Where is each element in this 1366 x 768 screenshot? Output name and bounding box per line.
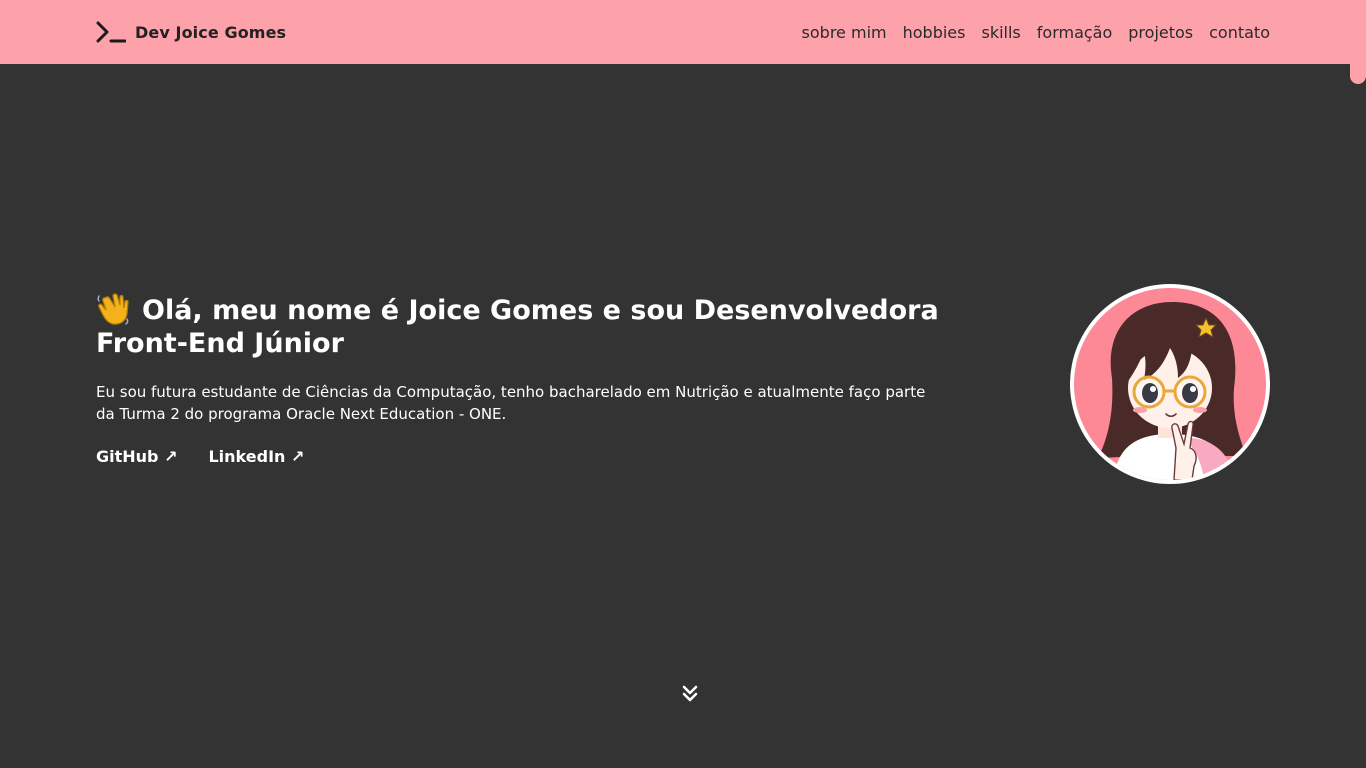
anime-avatar-illustration <box>1074 288 1266 480</box>
nav-item-sobre-mim[interactable]: sobre mim <box>802 23 887 42</box>
brand-label: Dev Joice Gomes <box>135 22 287 42</box>
social-links: GitHub ↗ LinkedIn ↗ <box>96 447 956 466</box>
main-nav: sobre mim hobbies skills formação projet… <box>802 20 1270 44</box>
linkedin-link[interactable]: LinkedIn ↗ <box>208 447 304 466</box>
nav-item-contato[interactable]: contato <box>1209 23 1270 42</box>
hero-section: Olá, meu nome é Joice Gomes e sou Desenv… <box>96 292 956 466</box>
github-link[interactable]: GitHub ↗ <box>96 447 177 466</box>
hero-title: Olá, meu nome é Joice Gomes e sou Desenv… <box>96 292 956 360</box>
double-chevron-down-icon[interactable] <box>680 684 700 704</box>
nav-item-skills[interactable]: skills <box>981 23 1020 42</box>
terminal-prompt-icon <box>96 21 126 43</box>
profile-avatar <box>1070 284 1270 484</box>
hero-description: Eu sou futura estudante de Ciências da C… <box>96 383 926 423</box>
nav-item-projetos[interactable]: projetos <box>1128 23 1193 42</box>
waving-hand-icon <box>97 293 129 325</box>
hero-title-text: Olá, meu nome é Joice Gomes e sou Desenv… <box>96 295 939 359</box>
brand-link[interactable]: Dev Joice Gomes <box>96 20 286 44</box>
nav-item-formacao[interactable]: formação <box>1037 23 1113 42</box>
site-header: Dev Joice Gomes sobre mim hobbies skills… <box>0 0 1366 64</box>
nav-item-hobbies[interactable]: hobbies <box>903 23 966 42</box>
scrollbar-thumb[interactable] <box>1350 58 1366 84</box>
